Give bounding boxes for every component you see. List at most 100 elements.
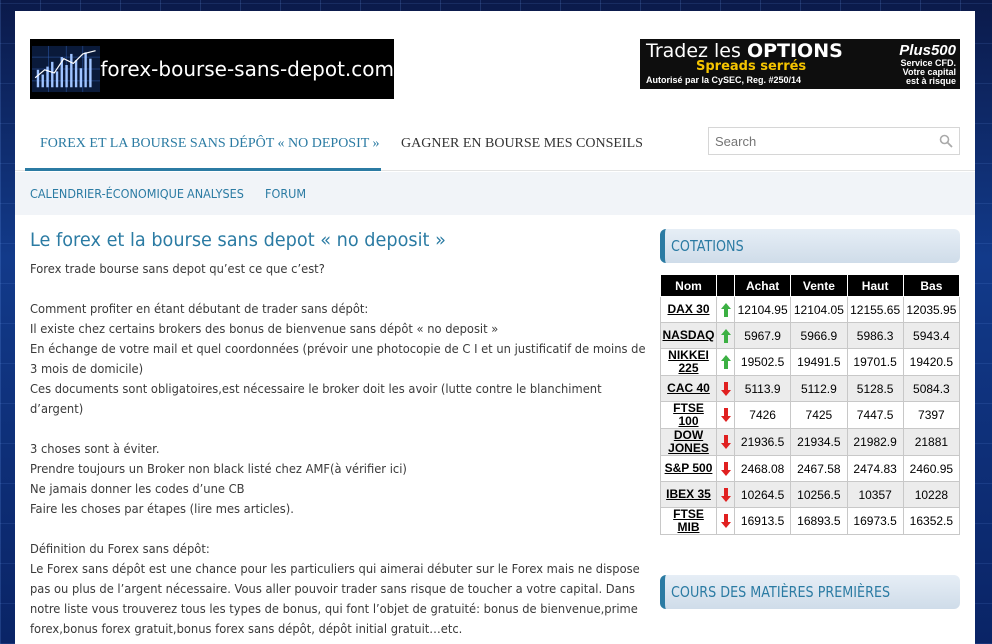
post-paragraph: En échange de votre mail et quel coordon…	[30, 341, 646, 376]
post-paragraph: 3 choses sont à éviter.	[30, 441, 160, 456]
quote-haut-cell: 2474.83	[846, 455, 904, 482]
quote-name-link[interactable]: DAX 30	[660, 296, 717, 323]
quote-vente-cell: 12104.05	[790, 296, 848, 323]
search-input[interactable]	[709, 128, 929, 154]
quote-vente-cell: 7425	[790, 401, 848, 429]
table-row: DAX 30 12104.95 12104.05 12155.65 12035.95	[660, 296, 961, 323]
nav-item-calendrier-economique[interactable]: CALENDRIER-ÉCONOMIQUE	[30, 172, 184, 215]
quote-achat-cell: 16913.5	[733, 507, 792, 535]
arrow-down-icon	[720, 435, 731, 449]
quote-vente-cell: 5112.9	[790, 375, 848, 402]
main-content: Le forex et la bourse sans depot « no de…	[30, 229, 646, 639]
quote-direction-cell	[716, 428, 735, 456]
quote-name-link[interactable]: FTSE 100	[660, 401, 717, 429]
quote-vente-cell: 5966.9	[790, 322, 848, 349]
quote-haut-cell: 10357	[846, 481, 904, 508]
search-icon[interactable]	[939, 134, 953, 148]
post-paragraph: Ces documents sont obligatoires,est néce…	[30, 381, 602, 416]
site-header: forex-bourse-sans-depot.com Tradez les O…	[15, 11, 975, 121]
quote-haut-cell: 19701.5	[846, 348, 904, 376]
quote-direction-cell	[716, 348, 735, 376]
post-paragraph: Forex trade bourse sans depot qu’est ce …	[30, 261, 325, 276]
quote-vente-cell: 21934.5	[790, 428, 848, 456]
quote-direction-cell	[716, 375, 735, 402]
nav-item-gagner-en-bourse[interactable]: GAGNER EN BOURSE MES CONSEILS	[401, 121, 643, 171]
arrow-down-icon	[720, 381, 731, 396]
quotes-table: Nom Achat Vente Haut Bas DAX 30 12104.95 1…	[660, 274, 961, 535]
quote-name-link[interactable]: NIKKEI 225	[660, 348, 717, 376]
sidebar: COTATIONS Nom Achat Vente Haut Bas DAX 3…	[660, 229, 961, 609]
quote-name-link[interactable]: CAC 40	[660, 375, 717, 402]
quote-haut-cell: 12155.65	[846, 296, 904, 323]
column-header-achat: Achat	[733, 274, 792, 297]
quote-bas-cell: 5084.3	[902, 375, 961, 402]
table-row: IBEX 35 10264.5 10256.5 10357 10228	[660, 481, 961, 508]
post-paragraph: Comment profiter en étant débutant de tr…	[30, 301, 369, 316]
table-row: FTSE MIB 16913.5 16893.5 16973.5 16352.5	[660, 507, 961, 535]
arrow-down-icon	[720, 461, 731, 476]
table-row: DOW JONES 21936.5 21934.5 21982.9 21881	[660, 428, 961, 456]
quote-bas-cell: 19420.5	[902, 348, 961, 376]
quote-haut-cell: 7447.5	[846, 401, 904, 429]
quote-bas-cell: 12035.95	[902, 296, 961, 323]
column-header-nom: Nom	[660, 274, 717, 297]
ad-subline: Spreads serrés	[696, 59, 807, 74]
nav-item-forex-no-deposit[interactable]: FOREX ET LA BOURSE SANS DÉPÔT « NO DEPOS…	[25, 121, 381, 171]
cotations-widget-title: COTATIONS	[660, 229, 960, 263]
secondary-nav: CALENDRIER-ÉCONOMIQUE ANALYSES FORUM	[15, 172, 975, 215]
quote-vente-cell: 10256.5	[790, 481, 848, 508]
quote-name-link[interactable]: IBEX 35	[660, 481, 717, 508]
ad-brand-disclaimer: Service CFD. Votre capital est à risque	[900, 59, 956, 86]
quote-achat-cell: 5967.9	[733, 322, 792, 349]
quote-bas-cell: 2460.95	[902, 455, 961, 482]
quote-name-link[interactable]: DOW JONES	[660, 428, 717, 456]
quote-bas-cell: 16352.5	[902, 507, 961, 535]
ad-regulation: Autorisé par la CySEC, Reg. #250/14	[646, 75, 802, 85]
quote-direction-cell	[716, 481, 735, 508]
quote-name-link[interactable]: FTSE MIB	[660, 507, 717, 535]
quote-name-link[interactable]: S&P 500	[660, 455, 717, 482]
arrow-down-icon	[720, 487, 731, 502]
table-row: FTSE 100 7426 7425 7447.5 7397	[660, 401, 961, 429]
quote-bas-cell: 7397	[902, 401, 961, 429]
quote-achat-cell: 5113.9	[733, 375, 792, 402]
arrow-down-icon	[720, 408, 731, 422]
table-row: S&P 500 2468.08 2467.58 2474.83 2460.95	[660, 455, 961, 482]
post-paragraph: Définition du Forex sans dépôt:	[30, 541, 210, 556]
quote-haut-cell: 5986.3	[846, 322, 904, 349]
quote-achat-cell: 19502.5	[733, 348, 792, 376]
quotes-body: DAX 30 12104.95 12104.05 12155.65 12035.95 NA…	[660, 296, 961, 535]
nav-item-analyses[interactable]: ANALYSES	[187, 172, 244, 215]
post-paragraph: Il existe chez certains brokers des bonu…	[30, 321, 499, 336]
arrow-up-icon	[720, 328, 731, 343]
ad-disclaimer-line: est à risque	[905, 76, 956, 86]
quote-achat-cell: 12104.95	[733, 296, 792, 323]
site-logo-text: forex-bourse-sans-depot.com	[100, 57, 394, 81]
column-header-vente: Vente	[790, 274, 848, 297]
chart-logo-icon	[32, 45, 101, 93]
post-paragraph: Le Forex sans dépôt est une chance pour …	[30, 561, 640, 636]
quote-haut-cell: 21982.9	[846, 428, 904, 456]
nav-item-forum[interactable]: FORUM	[265, 172, 306, 215]
page: forex-bourse-sans-depot.com Tradez les O…	[15, 11, 975, 644]
search-box	[708, 127, 960, 155]
quote-name-link[interactable]: NASDAQ	[660, 322, 717, 349]
arrow-down-icon	[720, 514, 731, 528]
quote-vente-cell: 19491.5	[790, 348, 848, 376]
quote-vente-cell: 2467.58	[790, 455, 848, 482]
commodities-title-text: COURS DES MATIÈRES PREMIÈRES	[671, 583, 891, 601]
quote-bas-cell: 5943.4	[902, 322, 961, 349]
arrow-up-icon	[720, 302, 731, 317]
site-logo[interactable]: forex-bourse-sans-depot.com	[30, 39, 394, 99]
quote-achat-cell: 10264.5	[733, 481, 792, 508]
quotes-header-row: Nom Achat Vente Haut Bas	[660, 274, 961, 297]
plus500-ad-banner[interactable]: Tradez les OPTIONS Spreads serrés Autori…	[640, 39, 960, 89]
post-paragraph: Faire les choses par étapes (lire mes ar…	[30, 501, 294, 516]
cotations-title-text: COTATIONS	[671, 237, 744, 255]
quote-bas-cell: 21881	[902, 428, 961, 456]
commodities-widget-title: COURS DES MATIÈRES PREMIÈRES	[660, 575, 960, 609]
post-title[interactable]: Le forex et la bourse sans depot « no de…	[30, 229, 602, 251]
post-paragraph: Ne jamais donner les codes d’une CB	[30, 481, 245, 496]
post-body: Forex trade bourse sans depot qu’est ce …	[30, 259, 646, 639]
quote-vente-cell: 16893.5	[790, 507, 848, 535]
